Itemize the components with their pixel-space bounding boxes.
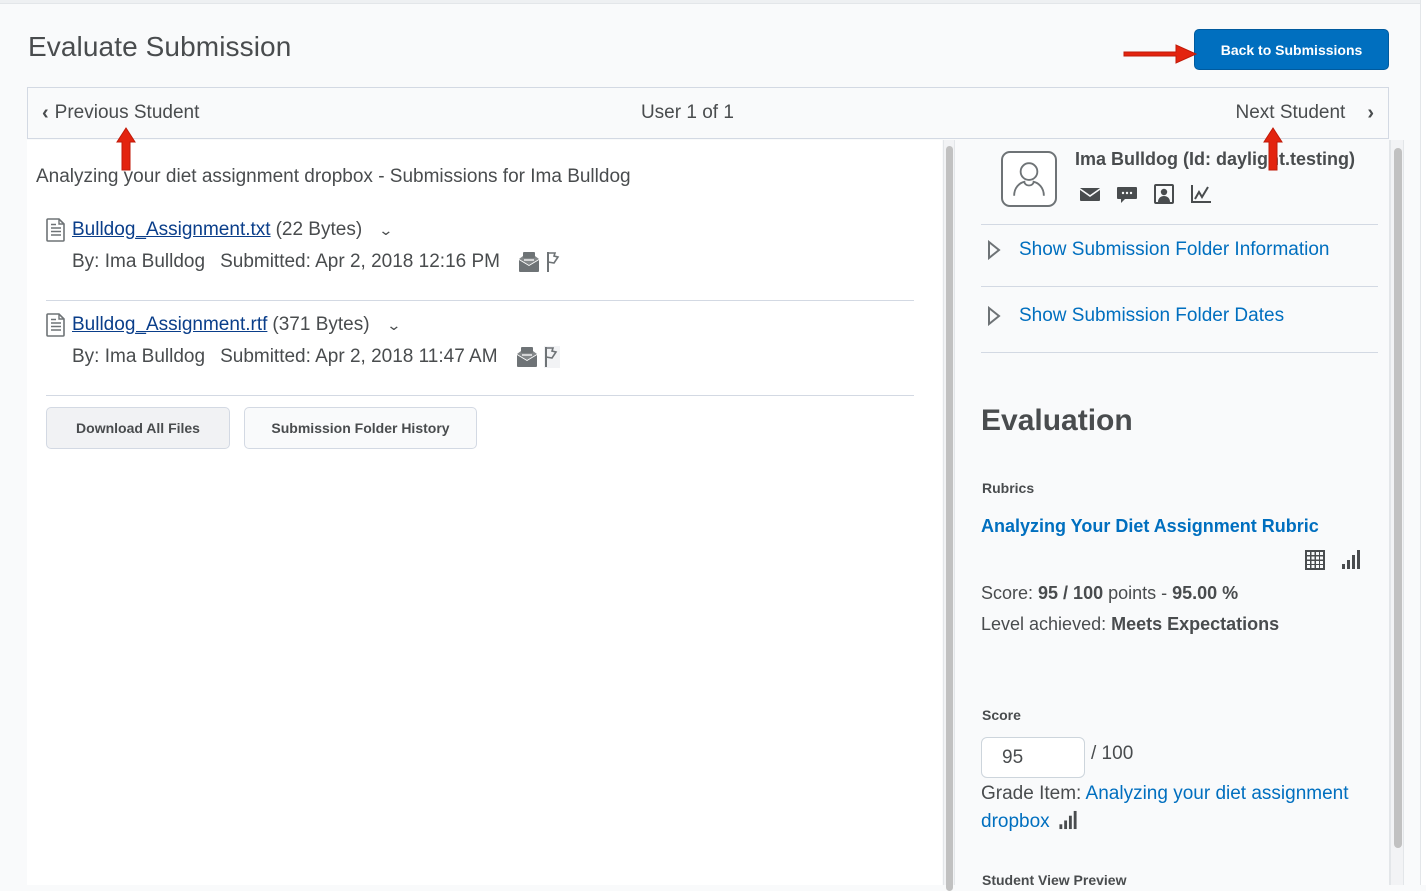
show-folder-information-label: Show Submission Folder Information <box>1019 239 1330 260</box>
mark-as-read-icon[interactable] <box>518 251 540 273</box>
score-input[interactable] <box>981 737 1085 778</box>
show-folder-dates-label: Show Submission Folder Dates <box>1019 305 1285 326</box>
grade-item-prefix: Grade Item: <box>981 783 1086 804</box>
email-icon[interactable] <box>1079 184 1101 204</box>
profile-card-icon[interactable] <box>1153 184 1175 204</box>
file-link[interactable]: Bulldog_Assignment.txt <box>72 219 271 241</box>
file-item: Bulldog_Assignment.txt (22 Bytes) ⌄ By: … <box>46 217 914 276</box>
expand-triangle-icon <box>988 306 1001 326</box>
grade-statistics-icon[interactable] <box>1058 810 1078 830</box>
submission-folder-history-button[interactable]: Submission Folder History <box>244 407 477 449</box>
file-item: Bulldog_Assignment.rtf (371 Bytes) ⌄ By:… <box>46 312 914 371</box>
top-strip <box>0 0 1426 4</box>
user-position-label: User 1 of 1 <box>640 102 734 123</box>
submitted-date: Submitted: Apr 2, 2018 12:16 PM <box>220 251 500 272</box>
back-to-submissions-button[interactable]: Back to Submissions <box>1194 29 1389 70</box>
submissions-pane: Analyzing your diet assignment dropbox -… <box>27 140 942 885</box>
statistics-icon[interactable] <box>1341 549 1361 570</box>
page-title: Evaluate Submission <box>28 31 292 62</box>
chat-icon[interactable] <box>1116 184 1138 204</box>
submissions-heading: Analyzing your diet assignment dropbox -… <box>36 166 631 187</box>
flag-icon[interactable] <box>543 346 560 368</box>
rubrics-label: Rubrics <box>982 480 1035 496</box>
score-label: Score <box>982 707 1021 723</box>
file-size: (371 Bytes) <box>272 314 370 335</box>
show-folder-information-toggle[interactable]: Show Submission Folder Information <box>987 239 1329 261</box>
user-actions <box>1079 184 1212 204</box>
next-student-label: Next Student <box>1235 102 1346 123</box>
level-achieved: Level achieved: Meets Expectations <box>981 614 1279 635</box>
level-prefix: Level achieved: <box>981 614 1112 634</box>
file-size: (22 Bytes) <box>275 219 363 240</box>
expand-triangle-icon <box>988 240 1001 260</box>
next-student-link[interactable]: Next Student › <box>1235 102 1374 125</box>
rubric-link[interactable]: Analyzing Your Diet Assignment Rubric <box>981 516 1319 537</box>
file-link[interactable]: Bulldog_Assignment.rtf <box>72 314 267 336</box>
chevron-down-icon[interactable]: ⌄ <box>378 222 393 239</box>
section-divider <box>981 352 1378 353</box>
rubric-score-value: 95 / 100 <box>1038 583 1104 603</box>
right-pane-scrollbar[interactable] <box>1390 140 1404 885</box>
document-icon <box>46 218 65 242</box>
file-divider <box>46 395 914 396</box>
show-folder-dates-toggle[interactable]: Show Submission Folder Dates <box>987 305 1284 327</box>
score-out-of: / 100 <box>1091 743 1134 764</box>
document-icon <box>46 313 65 337</box>
download-all-files-button[interactable]: Download All Files <box>46 407 230 449</box>
rubric-percent: 95.00 % <box>1172 583 1239 603</box>
rubric-points-word: points - <box>1103 583 1173 603</box>
rubric-grid-icon[interactable] <box>1305 550 1325 570</box>
user-name: Ima Bulldog (Id: daylight.testing) <box>1075 149 1355 169</box>
student-view-preview-label: Student View Preview <box>982 872 1127 888</box>
rubric-actions <box>1305 549 1361 570</box>
left-pane-scrollbar[interactable] <box>943 140 955 891</box>
evaluation-pane: Ima Bulldog (Id: daylight.testing) Show … <box>957 140 1390 888</box>
user-avatar-icon <box>1001 151 1057 207</box>
scrollbar-thumb[interactable] <box>946 146 953 891</box>
grade-item: Grade Item: Analyzing your diet assignme… <box>981 780 1371 836</box>
previous-student-label: Previous Student <box>54 102 200 123</box>
level-value: Meets Expectations <box>1111 614 1280 634</box>
file-divider <box>46 300 914 301</box>
submitted-date: Submitted: Apr 2, 2018 11:47 AM <box>220 346 498 367</box>
scrollbar-thumb[interactable] <box>1394 148 1402 848</box>
section-divider <box>981 224 1378 225</box>
progress-chart-icon[interactable] <box>1190 184 1212 204</box>
mark-as-read-icon[interactable] <box>516 346 538 368</box>
chevron-right-icon: › <box>1367 101 1374 124</box>
page-edge <box>1420 0 1426 885</box>
evaluation-heading: Evaluation <box>981 404 1133 437</box>
section-divider <box>981 286 1378 287</box>
chevron-left-icon: ‹ <box>42 101 49 124</box>
annotation-arrow-right <box>1123 44 1198 64</box>
student-navigation-bar: ‹ Previous Student User 1 of 1 Next Stud… <box>27 87 1389 139</box>
submitted-by: By: Ima Bulldog <box>72 346 206 367</box>
chevron-down-icon[interactable]: ⌄ <box>386 317 401 334</box>
rubric-score-prefix: Score: <box>981 583 1039 603</box>
flag-icon[interactable] <box>546 251 562 273</box>
previous-student-link[interactable]: ‹ Previous Student <box>42 102 199 125</box>
submitted-by: By: Ima Bulldog <box>72 251 206 272</box>
rubric-score: Score: 95 / 100 points - 95.00 % <box>981 583 1238 604</box>
